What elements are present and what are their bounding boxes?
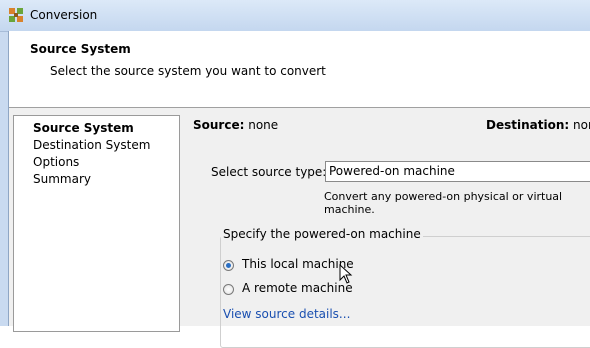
wizard-frame: Source System Select the source system y…	[8, 31, 590, 348]
converter-app-icon	[9, 8, 23, 22]
wizard-body: Source System Destination System Options…	[9, 108, 590, 348]
remote-machine-radio[interactable]	[223, 284, 234, 295]
step-options[interactable]: Options	[33, 155, 79, 169]
local-machine-label[interactable]: This local machine	[242, 257, 354, 271]
view-source-details-link[interactable]: View source details...	[223, 307, 350, 321]
local-machine-radio[interactable]	[223, 260, 234, 271]
mouse-cursor-icon	[339, 264, 353, 284]
destination-value: none	[573, 118, 590, 132]
source-type-hint: Convert any powered-on physical or virtu…	[324, 190, 563, 216]
title-bar[interactable]: Conversion	[0, 0, 590, 32]
source-value: none	[248, 118, 279, 132]
source-type-label: Select source type:	[211, 165, 327, 179]
destination-summary: Destination: none	[486, 118, 590, 132]
step-summary[interactable]: Summary	[33, 172, 91, 186]
wizard-step-list: Source System Destination System Options…	[13, 115, 180, 332]
source-label: Source:	[193, 118, 245, 132]
page-subtitle: Select the source system you want to con…	[50, 64, 326, 78]
source-summary: Source: none	[193, 118, 278, 132]
conversion-window: Conversion Source System Select the sour…	[0, 0, 590, 348]
step-destination-system[interactable]: Destination System	[33, 138, 150, 152]
source-type-select[interactable]: Powered-on machine	[325, 161, 590, 182]
destination-label: Destination:	[486, 118, 570, 132]
source-type-selected: Powered-on machine	[329, 164, 455, 178]
remote-machine-label[interactable]: A remote machine	[242, 281, 353, 295]
window-title: Conversion	[30, 8, 98, 22]
step-source-system[interactable]: Source System	[33, 121, 134, 135]
group-title: Specify the powered-on machine	[221, 227, 423, 241]
page-title: Source System	[30, 42, 131, 56]
wizard-header: Source System Select the source system y…	[9, 31, 590, 108]
